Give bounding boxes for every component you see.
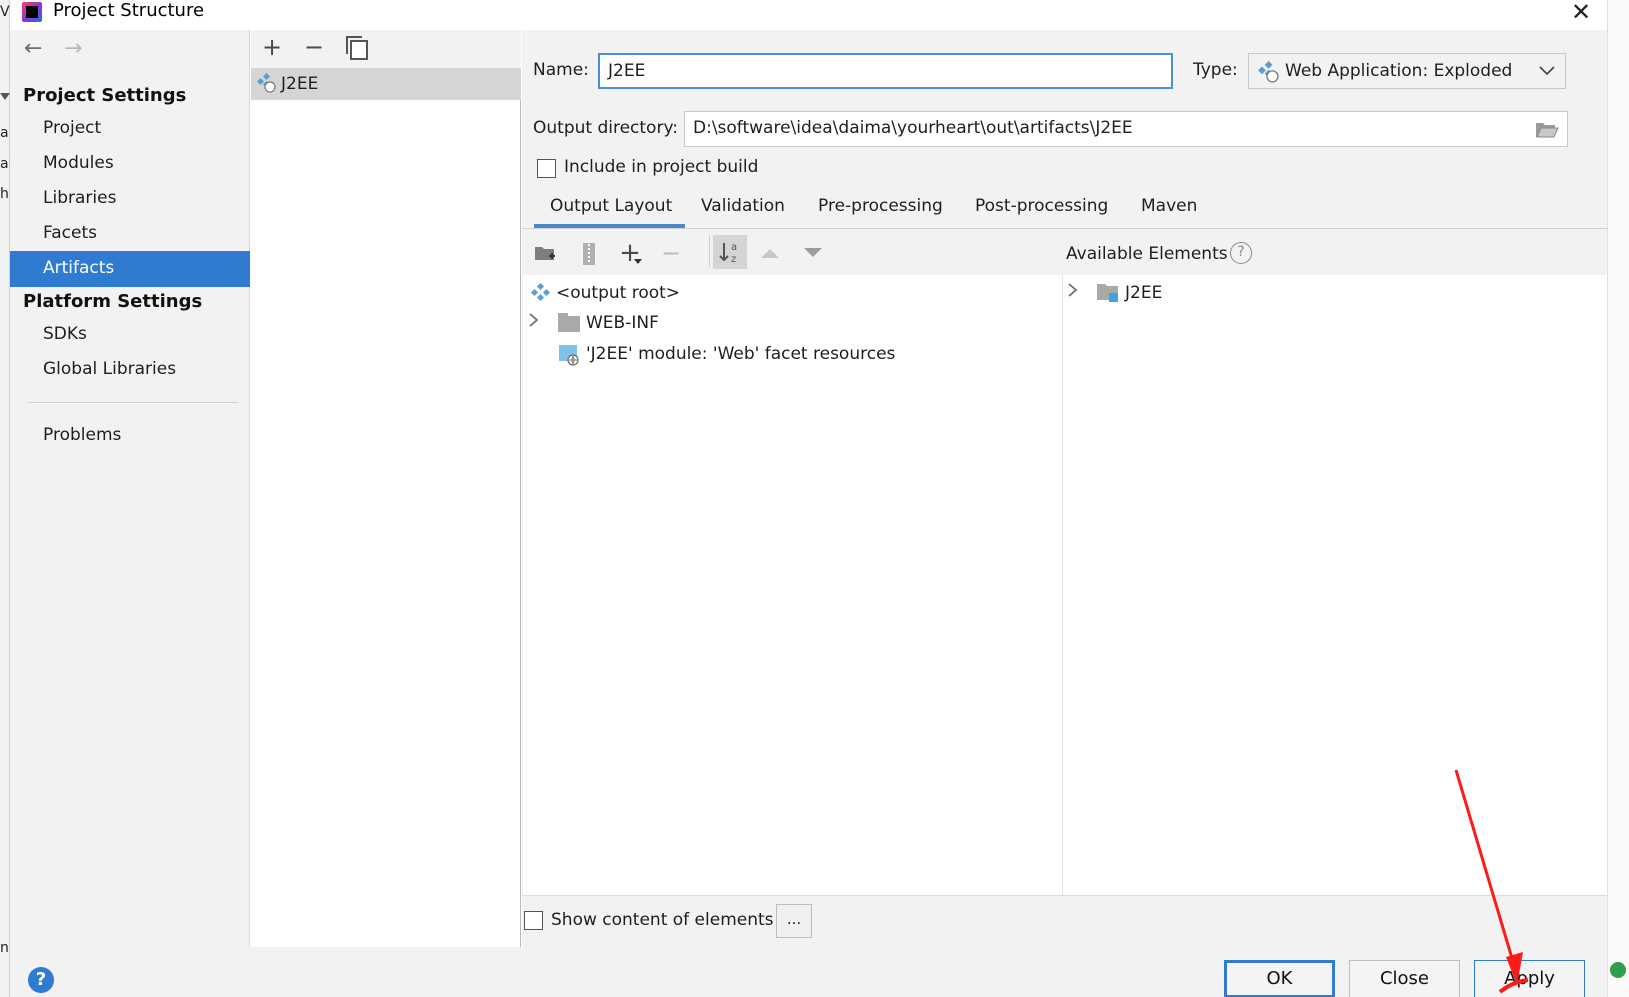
show-content-label: Show content of elements [551,910,774,930]
create-archive-icon[interactable] [580,242,598,266]
module-folder-icon [1097,284,1118,302]
artifacts-list-panel [251,30,521,947]
section-collapse-marker [0,89,24,103]
background-window-strip-right [1607,0,1629,997]
remove-element-icon[interactable]: − [658,240,684,266]
name-label: Name: [533,60,589,80]
tab-post-processing[interactable]: Post-processing [975,196,1108,216]
project-settings-heading: Project Settings [23,85,187,106]
output-directory-label: Output directory: [533,118,678,138]
background-window-strip: Va al h n [0,0,12,997]
tree-item-output-root[interactable]: <output root> [556,283,680,303]
new-directory-icon[interactable] [534,243,558,265]
help-icon[interactable]: ? [28,967,54,993]
artifact-list-item-label: J2EE [281,74,319,94]
chevron-right-icon[interactable] [1067,283,1079,297]
available-item-j2ee[interactable]: J2EE [1125,283,1162,303]
tree-item-web-inf[interactable]: WEB-INF [586,313,659,333]
tab-validation[interactable]: Validation [701,196,785,216]
close-window-button[interactable]: ✕ [1566,0,1596,26]
back-arrow-icon[interactable]: ← [24,36,42,61]
sidebar-item-facets[interactable]: Facets [43,223,97,243]
available-elements-label: Available Elements [1066,244,1228,264]
artifacts-list-toolbar [251,30,521,68]
sidebar-divider [28,402,238,403]
svg-text:a: a [731,242,737,253]
tab-pre-processing[interactable]: Pre-processing [818,196,943,216]
forward-arrow-icon[interactable]: → [64,36,82,61]
sidebar-item-artifacts[interactable]: Artifacts [43,258,114,278]
type-select[interactable]: Web Application: Exploded [1248,53,1566,89]
copy-artifact-icon[interactable] [346,36,368,60]
toolbar-separator [709,235,710,267]
chevron-right-icon[interactable] [528,313,540,327]
browse-folder-icon[interactable] [1535,119,1559,139]
window-title: Project Structure [53,0,205,21]
web-facet-resources-icon [559,345,579,366]
output-layout-toolbar [522,231,1062,275]
svg-text:z: z [731,254,736,265]
tab-maven[interactable]: Maven [1141,196,1197,216]
move-down-icon[interactable] [804,248,822,258]
sidebar-item-sdks[interactable]: SDKs [43,324,87,344]
tabs-divider [522,228,1607,229]
sidebar-item-modules[interactable]: Modules [43,153,114,173]
ok-button[interactable]: OK [1224,960,1335,997]
dropdown-caret-icon [634,259,642,264]
intellij-app-icon [22,2,42,22]
sidebar-item-libraries[interactable]: Libraries [43,188,116,208]
more-options-button[interactable]: ... [776,904,812,938]
tab-output-layout[interactable]: Output Layout [550,196,672,216]
show-content-checkbox[interactable] [524,911,543,930]
sidebar-item-problems[interactable]: Problems [43,425,121,445]
sort-az-icon: a z [719,242,737,265]
web-artifact-type-icon [1258,61,1279,83]
folder-icon [558,313,580,332]
sort-elements-button[interactable]: a z [713,235,747,269]
output-root-icon [530,283,550,302]
help-circle-icon[interactable]: ? [1230,242,1252,264]
platform-settings-heading: Platform Settings [23,291,203,312]
web-artifact-icon [256,73,276,93]
sidebar-item-global-libraries[interactable]: Global Libraries [43,359,176,379]
sidebar-item-project[interactable]: Project [43,118,101,138]
status-badge-icon [1610,962,1626,978]
chevron-down-icon [1539,66,1555,76]
output-layout-tree [523,275,1062,895]
move-up-icon[interactable] [761,248,779,258]
include-in-build-checkbox[interactable] [537,159,556,178]
type-select-value: Web Application: Exploded [1285,61,1513,81]
output-directory-input[interactable]: D:\software\idea\daima\yourheart\out\art… [684,111,1568,147]
name-input[interactable]: J2EE [598,53,1173,89]
type-label: Type: [1193,60,1238,80]
remove-artifact-icon[interactable]: − [301,34,327,60]
title-bar [10,0,1607,28]
tree-item-facet-resources[interactable]: 'J2EE' module: 'Web' facet resources [586,344,895,364]
add-artifact-icon[interactable]: + [259,34,285,60]
annotation-arrow [1454,769,1529,994]
include-in-build-label: Include in project build [564,157,759,177]
